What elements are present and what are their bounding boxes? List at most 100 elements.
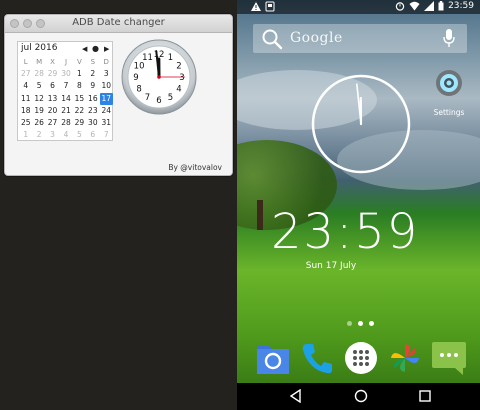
- weekday-header-row: LMX J VSD: [19, 56, 113, 68]
- calendar-day[interactable]: 22: [73, 105, 86, 117]
- calendar-day[interactable]: 20: [46, 105, 59, 117]
- calendar-day[interactable]: 29: [46, 68, 59, 80]
- page-dot-active: [369, 321, 374, 326]
- calendar-grid: L M X J V S D 27 28 29 30 1 2 3 4 5 6 7 8 9 10 11 12 13 14 15 16 17…: [19, 56, 113, 141]
- recents-icon[interactable]: [418, 389, 432, 403]
- calendar-day[interactable]: 29: [73, 117, 86, 129]
- calendar-day[interactable]: 3: [46, 129, 59, 141]
- calendar-day[interactable]: 6: [46, 80, 59, 92]
- page-indicator: [347, 321, 374, 326]
- weekday-header: X: [50, 58, 55, 66]
- app-dock: [237, 340, 480, 380]
- messaging-icon[interactable]: [431, 340, 467, 376]
- page-dot-active: [358, 321, 363, 326]
- weekday-header: V: [77, 58, 82, 66]
- calendar-day[interactable]: 26: [32, 117, 45, 129]
- photos-pinwheel-icon[interactable]: [387, 340, 423, 376]
- calendar-day[interactable]: 24: [100, 105, 113, 117]
- calendar-day[interactable]: 28: [59, 117, 72, 129]
- alarm-icon: [395, 2, 405, 11]
- window-title: ADB Date changer: [72, 17, 165, 28]
- calendar-day[interactable]: 19: [32, 105, 45, 117]
- credit-label: By @vitovalov: [168, 163, 222, 172]
- calendar-day[interactable]: 7: [100, 129, 113, 141]
- calendar-day[interactable]: 4: [19, 80, 32, 92]
- calendar-day[interactable]: 25: [19, 117, 32, 129]
- clock-number: 3: [179, 73, 184, 83]
- battery-icon: [438, 1, 444, 11]
- home-icon[interactable]: [354, 389, 368, 403]
- calendar-day[interactable]: 21: [59, 105, 72, 117]
- clock-number: 6: [156, 96, 161, 106]
- calendar-day[interactable]: 31: [100, 117, 113, 129]
- calendar-day[interactable]: 28: [32, 68, 45, 80]
- calendar-week-row: 27 28 29 30 1 2 3: [19, 68, 113, 80]
- date-picker-calendar: jul 2016 ◀ ● ▶ L M X J V S D 27 28 29 30 1 2 3 4 5 6 7 8 9 1…: [17, 41, 113, 141]
- weekday-header: L: [23, 58, 28, 66]
- files-app-icon[interactable]: [255, 340, 291, 376]
- calendar-day[interactable]: 2: [86, 68, 99, 80]
- calendar-day[interactable]: 27: [46, 117, 59, 129]
- calendar-day-selected[interactable]: 17: [99, 92, 113, 105]
- page-dot: [347, 321, 352, 326]
- calendar-day[interactable]: 12: [32, 93, 45, 105]
- calendar-day[interactable]: 15: [73, 93, 86, 105]
- microphone-icon[interactable]: [443, 29, 455, 48]
- calendar-day[interactable]: 3: [100, 68, 113, 80]
- search-icon[interactable]: [261, 28, 283, 50]
- calendar-day[interactable]: 2: [32, 129, 45, 141]
- app-window: ADB Date changer jul 2016 ◀ ● ▶ LMXJVSD2…: [4, 14, 233, 176]
- clock-number: 2: [176, 62, 181, 72]
- calendar-day[interactable]: 18: [19, 105, 32, 117]
- clock-number: 1: [168, 53, 173, 63]
- status-time: 23:59: [448, 1, 474, 11]
- clock-number: 9: [133, 73, 138, 83]
- google-search-bar[interactable]: Google: [253, 24, 467, 53]
- phone-icon[interactable]: [299, 340, 335, 376]
- calendar-day[interactable]: 8: [73, 80, 86, 92]
- back-icon[interactable]: [289, 389, 303, 403]
- clock-number: 7: [145, 93, 150, 103]
- signal-icon: [424, 1, 435, 11]
- window-content: jul 2016 ◀ ● ▶ L M X J V S D 27 28 29 30 1 2 3 4 5 6 7 8 9 1…: [5, 33, 232, 175]
- status-system-icons: 23:59: [395, 1, 474, 11]
- calendar-day[interactable]: 5: [73, 129, 86, 141]
- next-month-button[interactable]: ▶: [104, 43, 109, 55]
- title-bar[interactable]: ADB Date changer: [5, 15, 232, 33]
- previous-month-button[interactable]: ◀: [82, 43, 87, 55]
- calendar-day[interactable]: 9: [86, 80, 99, 92]
- calendar-day[interactable]: 23: [86, 105, 99, 117]
- weekday-header: J: [64, 58, 68, 66]
- analog-clock: 12 1 2 3 4 5 6 7 8 9 10 11: [121, 39, 197, 115]
- clock-number: 11: [142, 53, 153, 63]
- calendar-day[interactable]: 5: [32, 80, 45, 92]
- today-button[interactable]: ●: [92, 43, 99, 55]
- calendar-week-row: 4 5 6 7 8 9 10: [19, 80, 113, 92]
- calendar-day[interactable]: 14: [59, 93, 72, 105]
- calendar-day[interactable]: 1: [19, 129, 32, 141]
- status-bar[interactable]: 23:59: [237, 0, 480, 14]
- wallpaper-tree-trunk: [257, 200, 263, 230]
- calendar-week-row: 1234567: [19, 129, 113, 141]
- calendar-day[interactable]: 11: [19, 93, 32, 105]
- calendar-day[interactable]: 16: [86, 93, 99, 105]
- analog-clock-widget[interactable]: [311, 74, 411, 174]
- clock-number: 8: [136, 85, 141, 95]
- weekday-header: S: [90, 58, 96, 66]
- calendar-day[interactable]: 7: [59, 80, 72, 92]
- settings-app-icon[interactable]: Settings: [426, 66, 472, 121]
- calendar-day[interactable]: 30: [86, 117, 99, 129]
- navigation-bar: [237, 383, 480, 410]
- app-drawer-icon[interactable]: [343, 340, 379, 376]
- calendar-day[interactable]: 6: [86, 129, 99, 141]
- gear-icon: [436, 70, 462, 96]
- calendar-day[interactable]: 13: [46, 93, 59, 105]
- calendar-day[interactable]: 10: [100, 80, 113, 92]
- clock-number: 4: [176, 85, 181, 95]
- digital-clock[interactable]: 23:59: [271, 204, 419, 260]
- calendar-week-row: 25 26 27 28 29 30 31: [19, 117, 113, 129]
- calendar-day[interactable]: 30: [59, 68, 72, 80]
- calendar-day[interactable]: 1: [73, 68, 86, 80]
- calendar-day[interactable]: 4: [59, 129, 72, 141]
- calendar-day[interactable]: 27: [19, 68, 32, 80]
